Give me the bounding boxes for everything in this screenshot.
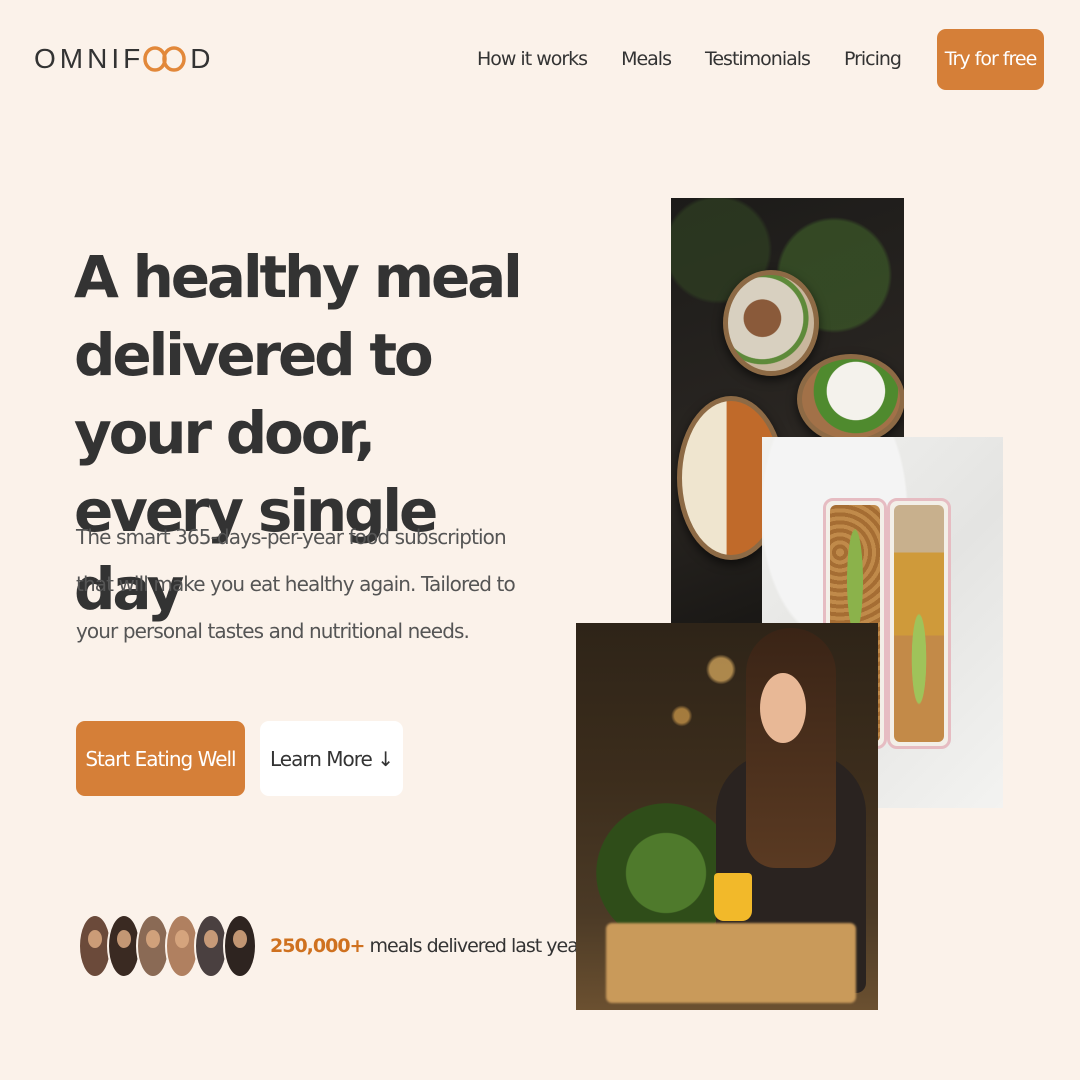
delivered-meals: 250,000+ meals delivered last year! [78, 914, 593, 978]
logo-text-right: D [190, 43, 215, 74]
nav-link-how-it-works[interactable]: How it works [477, 48, 588, 70]
customer-avatars [78, 914, 257, 978]
nav-link-testimonials[interactable]: Testimonials [705, 48, 811, 70]
woman-eating-image [576, 623, 878, 1010]
start-eating-well-button[interactable]: Start Eating Well [76, 721, 245, 796]
main-nav: How it works Meals Testimonials Pricing … [477, 28, 1044, 90]
logo-text-left: OMNIF [34, 43, 145, 74]
nav-link-pricing[interactable]: Pricing [844, 48, 902, 70]
hero-description: The smart 365-days-per-year food subscri… [76, 525, 516, 643]
delivered-text: 250,000+ meals delivered last year! [270, 935, 593, 957]
learn-more-button[interactable]: Learn More ↓ [260, 721, 403, 796]
try-for-free-button[interactable]: Try for free [937, 28, 1044, 90]
delivered-count: 250,000+ [270, 935, 365, 957]
delivered-label: meals delivered last year! [364, 935, 593, 957]
customer-avatar [223, 914, 257, 978]
infinity-oo-icon [143, 46, 186, 72]
nav-link-meals[interactable]: Meals [621, 48, 672, 70]
omnifood-logo[interactable]: OMNIF D [34, 40, 214, 78]
